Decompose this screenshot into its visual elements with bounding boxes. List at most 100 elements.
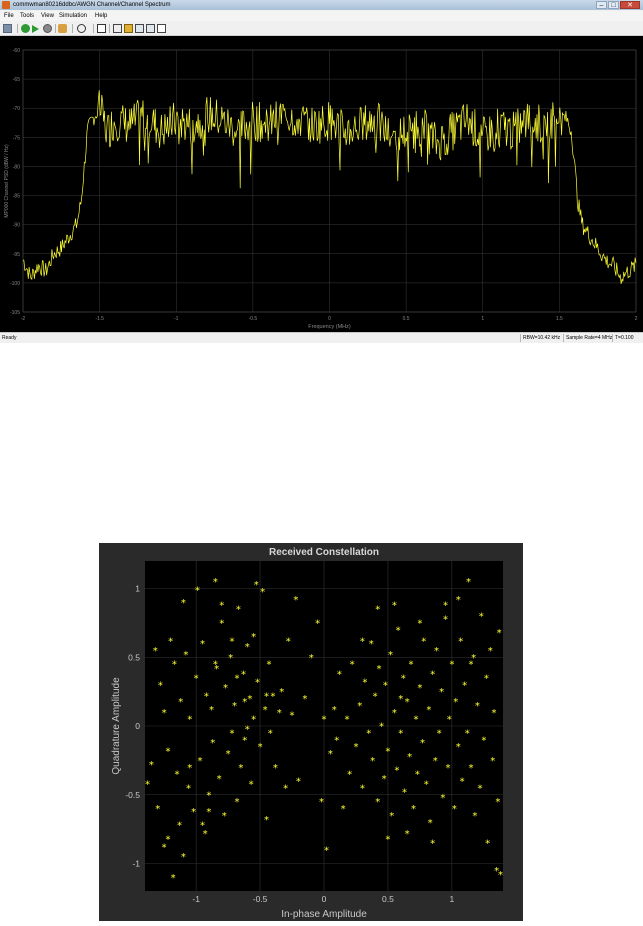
constellation-point: * bbox=[213, 660, 218, 671]
constellation-point: * bbox=[149, 760, 154, 771]
constellation-point: * bbox=[315, 618, 320, 629]
constellation-point: * bbox=[341, 804, 346, 815]
peak-icon[interactable] bbox=[146, 24, 155, 33]
stats-icon[interactable] bbox=[157, 24, 166, 33]
constellation-point: * bbox=[235, 673, 240, 684]
constellation-point: * bbox=[389, 811, 394, 822]
constellation-y-tick-label: 1 bbox=[135, 584, 140, 594]
menu-view[interactable]: View bbox=[41, 12, 54, 20]
constellation-point: * bbox=[309, 653, 314, 664]
constellation-point: * bbox=[241, 669, 246, 680]
window-title: commwman80216ddbc/AWGN Channel/Channel S… bbox=[13, 2, 171, 8]
status-sample-rate: Sample Rate=4 MHz bbox=[563, 334, 612, 342]
constellation-point: * bbox=[168, 636, 173, 647]
constellation-point: * bbox=[366, 728, 371, 739]
constellation-point: * bbox=[447, 715, 452, 726]
constellation-point: * bbox=[405, 829, 410, 840]
trigger-icon[interactable] bbox=[124, 24, 133, 33]
constellation-point: * bbox=[439, 687, 444, 698]
constellation-point: * bbox=[242, 735, 247, 746]
constellation-point: * bbox=[183, 650, 188, 661]
menu-simulation[interactable]: Simulation bbox=[59, 12, 87, 20]
run-icon[interactable] bbox=[21, 24, 30, 33]
constellation-point: * bbox=[408, 660, 413, 671]
constellation-point: * bbox=[479, 612, 484, 623]
spectrum-y-tick-label: -60 bbox=[13, 48, 20, 54]
spectrum-x-tick-label: 0 bbox=[328, 316, 331, 322]
spectrum-plot-area: -2 -1.5 -1 -0.5 0 0.5 1 1.5 2 -60 -65 -70 -75 -80 -85 -… bbox=[0, 36, 643, 332]
menu-file[interactable]: File bbox=[4, 12, 14, 20]
constellation-point: * bbox=[223, 683, 228, 694]
menu-help[interactable]: Help bbox=[95, 12, 107, 20]
constellation-point: * bbox=[273, 763, 278, 774]
title-bar: commwman80216ddbc/AWGN Channel/Channel S… bbox=[0, 0, 643, 10]
constellation-point: * bbox=[222, 811, 227, 822]
constellation-point: * bbox=[255, 678, 260, 689]
constellation-point: * bbox=[200, 639, 205, 650]
toolbar bbox=[0, 22, 643, 36]
constellation-point: * bbox=[283, 783, 288, 794]
constellation-point: * bbox=[446, 763, 451, 774]
constellation-point: * bbox=[443, 614, 448, 625]
constellation-point: * bbox=[204, 691, 209, 702]
constellation-point: * bbox=[465, 728, 470, 739]
constellation-point: * bbox=[485, 838, 490, 849]
minimize-button[interactable]: – bbox=[596, 1, 607, 9]
close-button[interactable]: ✕ bbox=[620, 1, 640, 9]
constellation-point: * bbox=[405, 697, 410, 708]
menu-tools[interactable]: Tools bbox=[20, 12, 34, 20]
constellation-point: * bbox=[388, 650, 393, 661]
constellation-point: * bbox=[277, 708, 282, 719]
constellation-point: * bbox=[407, 752, 412, 763]
maximize-button[interactable]: □ bbox=[608, 1, 619, 9]
constellation-point: * bbox=[437, 728, 442, 739]
constellation-point: * bbox=[466, 577, 471, 588]
zoom-icon[interactable] bbox=[77, 24, 86, 33]
constellation-point: * bbox=[414, 715, 419, 726]
constellation-point: * bbox=[286, 636, 291, 647]
constellation-point: * bbox=[217, 774, 222, 785]
spectrum-y-tick-label: -75 bbox=[13, 135, 20, 141]
constellation-point: * bbox=[219, 618, 224, 629]
constellation-point: * bbox=[172, 660, 177, 671]
constellation-point: * bbox=[206, 790, 211, 801]
step-icon[interactable] bbox=[32, 25, 39, 33]
constellation-point: * bbox=[264, 815, 269, 826]
constellation-point: * bbox=[415, 770, 420, 781]
spectrum-y-axis-label: MP000 Channel PSD (dBW / Hz) bbox=[4, 144, 10, 218]
constellation-chart: Received Constellation -1 -0.5 0 0.5 1 1 0.5 0 -0… bbox=[111, 547, 503, 920]
constellation-point: * bbox=[443, 601, 448, 612]
constellation-point: * bbox=[375, 797, 380, 808]
stop-icon[interactable] bbox=[43, 24, 52, 33]
constellation-point: * bbox=[162, 708, 167, 719]
constellation-point: * bbox=[353, 742, 358, 753]
spectrum-y-tick-label: -65 bbox=[13, 77, 20, 83]
highlight-icon[interactable] bbox=[58, 24, 67, 33]
constellation-point: * bbox=[270, 691, 275, 702]
constellation-point: * bbox=[242, 697, 247, 708]
constellation-point: * bbox=[458, 636, 463, 647]
constellation-point: * bbox=[260, 587, 265, 598]
constellation-point: * bbox=[293, 595, 298, 606]
constellation-x-tick-label: 1 bbox=[449, 894, 454, 904]
cursor-icon[interactable] bbox=[135, 24, 144, 33]
constellation-point: * bbox=[249, 779, 254, 790]
constellation-point: * bbox=[226, 749, 231, 760]
constellation-point: * bbox=[171, 873, 176, 884]
status-time: T=0.100 bbox=[612, 334, 634, 342]
constellation-point: * bbox=[440, 793, 445, 804]
constellation-point: * bbox=[385, 746, 390, 757]
constellation-point: * bbox=[401, 673, 406, 684]
constellation-x-tick-label: 0 bbox=[322, 894, 327, 904]
constellation-point: * bbox=[360, 636, 365, 647]
constellation-y-axis-label: Quadrature Amplitude bbox=[111, 677, 122, 775]
constellation-point: * bbox=[492, 708, 497, 719]
spectrum-x-axis-label: Frequency (MHz) bbox=[308, 324, 351, 330]
constellation-point: * bbox=[375, 605, 380, 616]
measure-icon[interactable] bbox=[113, 24, 122, 33]
autoscale-icon[interactable] bbox=[97, 24, 106, 33]
constellation-point: * bbox=[195, 585, 200, 596]
constellation-point: * bbox=[369, 639, 374, 650]
print-icon[interactable] bbox=[3, 24, 12, 33]
constellation-point: * bbox=[392, 708, 397, 719]
